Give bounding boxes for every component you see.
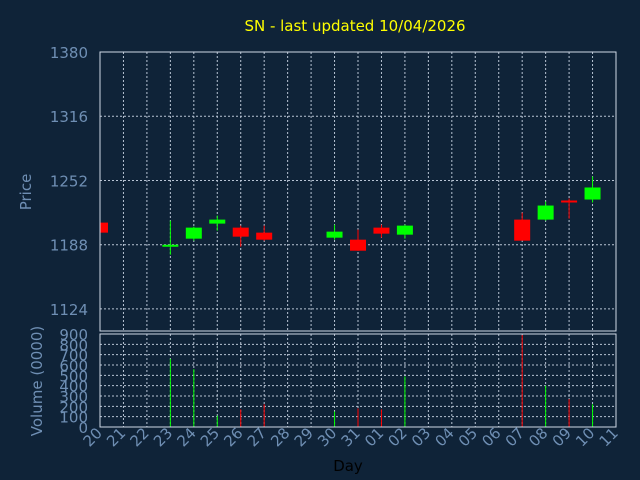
candle-body — [100, 222, 108, 233]
x-tick-label: 25 — [197, 424, 223, 450]
volume-panel: 9008007006005004003002001000 — [59, 326, 617, 437]
volume-axis-label: Volume (0000) — [28, 326, 46, 436]
candle-body — [350, 239, 366, 251]
price-y-ticks: 1380 1316 1252 1188 1124 — [50, 44, 88, 319]
x-tick-label: 27 — [244, 424, 270, 450]
x-tick-label: 21 — [103, 424, 129, 450]
x-tick-label: 24 — [173, 424, 199, 450]
chart-title: SN - last updated 10/04/2026 — [244, 17, 465, 35]
price-tick-label: 1380 — [50, 44, 88, 62]
x-tick-label: 22 — [127, 424, 153, 450]
x-tick-label: 26 — [220, 424, 246, 450]
candle-body — [584, 187, 601, 200]
price-tick-label: 1252 — [50, 172, 88, 190]
price-tick-label: 1188 — [50, 237, 88, 255]
x-tick-labels: 2021222324252627282930310102030405060708… — [80, 424, 622, 450]
volume-y-ticks: 9008007006005004003002001000 — [59, 326, 88, 437]
x-tick-label: 04 — [431, 424, 457, 450]
price-axis-label: Price — [17, 174, 35, 211]
x-tick-label: 07 — [502, 424, 528, 450]
candle-body — [373, 227, 390, 234]
candle-body — [514, 219, 531, 241]
x-tick-label: 08 — [525, 424, 551, 450]
x-tick-label: 31 — [338, 424, 364, 450]
x-tick-label: 28 — [267, 424, 293, 450]
x-tick-label: 29 — [291, 424, 317, 450]
x-tick-label: 01 — [361, 424, 387, 450]
candle-body — [326, 231, 343, 238]
stock-chart: SN - last updated 10/04/2026 1380 1316 125… — [17, 17, 622, 475]
volume-bars — [169, 335, 594, 427]
x-tick-label: 10 — [572, 424, 598, 450]
candle-body — [256, 232, 273, 240]
x-tick-label: 23 — [150, 424, 176, 450]
x-tick-label: 11 — [596, 424, 622, 450]
candle-body — [232, 227, 249, 237]
candle-body — [537, 205, 554, 220]
x-tick-label: 03 — [408, 424, 434, 450]
price-grid — [99, 51, 617, 331]
x-tick-label: 06 — [478, 424, 504, 450]
candle-body — [209, 219, 226, 224]
x-axis-label: Day — [333, 457, 363, 475]
x-tick-label: 30 — [314, 424, 340, 450]
x-tick-label: 09 — [549, 424, 575, 450]
price-tick-label: 1124 — [50, 301, 88, 319]
candles — [99, 176, 601, 255]
price-panel: 1380 1316 1252 1188 1124 — [50, 44, 617, 332]
price-tick-label: 1316 — [50, 108, 88, 126]
x-tick-label: 05 — [455, 424, 481, 450]
x-tick-label: 02 — [385, 424, 411, 450]
candle-body — [396, 225, 413, 235]
candle-body — [185, 227, 202, 239]
